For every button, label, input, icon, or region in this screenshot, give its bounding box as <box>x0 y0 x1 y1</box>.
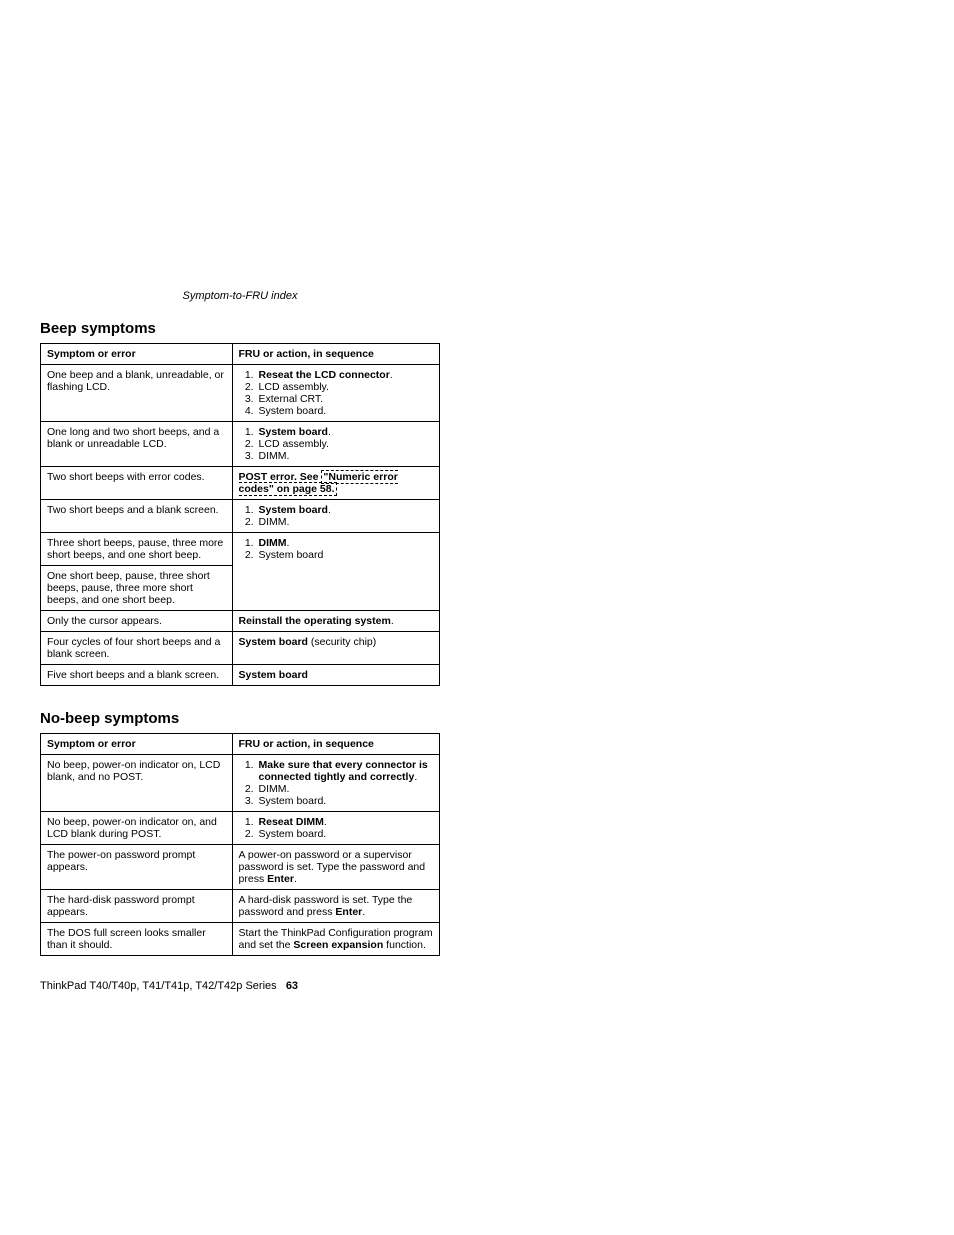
table-row: One beep and a blank, unreadable, or fla… <box>41 365 440 422</box>
nobeep-symptoms-table: Symptom or error FRU or action, in seque… <box>40 733 440 956</box>
page-footer: ThinkPad T40/T40p, T41/T41p, T42/T42p Se… <box>40 980 440 992</box>
fru-cell: System board <box>232 665 439 686</box>
th-fru: FRU or action, in sequence <box>232 344 439 365</box>
table-row: Five short beeps and a blank screen. Sys… <box>41 665 440 686</box>
table-row: No beep, power-on indicator on, LCD blan… <box>41 755 440 812</box>
symptom-cell: One beep and a blank, unreadable, or fla… <box>41 365 233 422</box>
fru-cell: POST error. See "Numeric error codes" on… <box>232 467 439 500</box>
fru-cell: Reseat the LCD connector. LCD assembly. … <box>232 365 439 422</box>
page-content: Symptom-to-FRU index Beep symptoms Sympt… <box>40 290 440 992</box>
symptom-cell: The hard-disk password prompt appears. <box>41 890 233 923</box>
symptom-cell: Two short beeps and a blank screen. <box>41 500 233 533</box>
list-item: Make sure that every connector is connec… <box>257 759 433 783</box>
fru-cell: A power-on password or a supervisor pass… <box>232 845 439 890</box>
section-title-nobeep: No-beep symptoms <box>40 710 440 727</box>
table-row: Four cycles of four short beeps and a bl… <box>41 632 440 665</box>
th-fru: FRU or action, in sequence <box>232 734 439 755</box>
list-item: DIMM. <box>257 450 433 462</box>
table-row: No beep, power-on indicator on, and LCD … <box>41 812 440 845</box>
table-row: Only the cursor appears. Reinstall the o… <box>41 611 440 632</box>
list-item: DIMM. <box>257 537 433 549</box>
section-title-beep: Beep symptoms <box>40 320 440 337</box>
symptom-cell: Only the cursor appears. <box>41 611 233 632</box>
symptom-cell: Two short beeps with error codes. <box>41 467 233 500</box>
fru-cell: Make sure that every connector is connec… <box>232 755 439 812</box>
fru-cell: System board (security chip) <box>232 632 439 665</box>
fru-cell: A hard-disk password is set. Type the pa… <box>232 890 439 923</box>
list-item: External CRT. <box>257 393 433 405</box>
list-item: System board. <box>257 795 433 807</box>
list-item: Reseat DIMM. <box>257 816 433 828</box>
symptom-cell: Five short beeps and a blank screen. <box>41 665 233 686</box>
symptom-cell: Three short beeps, pause, three more sho… <box>41 533 233 566</box>
fru-cell: Start the ThinkPad Configuration program… <box>232 923 439 956</box>
symptom-cell: One short beep, pause, three short beeps… <box>41 566 233 611</box>
list-item: System board. <box>257 504 433 516</box>
fru-cell: System board. DIMM. <box>232 500 439 533</box>
table-header-row: Symptom or error FRU or action, in seque… <box>41 734 440 755</box>
footer-text: ThinkPad T40/T40p, T41/T41p, T42/T42p Se… <box>40 980 277 992</box>
fru-cell: Reseat DIMM. System board. <box>232 812 439 845</box>
list-item: System board. <box>257 405 433 417</box>
table-row: The power-on password prompt appears. A … <box>41 845 440 890</box>
table-row: The hard-disk password prompt appears. A… <box>41 890 440 923</box>
list-item: System board <box>257 549 433 561</box>
fru-cell: DIMM. System board <box>232 533 439 611</box>
table-row: Two short beeps with error codes. POST e… <box>41 467 440 500</box>
list-item: LCD assembly. <box>257 381 433 393</box>
th-symptom: Symptom or error <box>41 734 233 755</box>
symptom-cell: Four cycles of four short beeps and a bl… <box>41 632 233 665</box>
list-item: System board. <box>257 828 433 840</box>
list-item: DIMM. <box>257 516 433 528</box>
list-item: Reseat the LCD connector. <box>257 369 433 381</box>
fru-cell: System board. LCD assembly. DIMM. <box>232 422 439 467</box>
list-item: DIMM. <box>257 783 433 795</box>
symptom-cell: No beep, power-on indicator on, and LCD … <box>41 812 233 845</box>
fru-cell: Reinstall the operating system. <box>232 611 439 632</box>
list-item: LCD assembly. <box>257 438 433 450</box>
symptom-cell: The DOS full screen looks smaller than i… <box>41 923 233 956</box>
symptom-cell: The power-on password prompt appears. <box>41 845 233 890</box>
beep-symptoms-table: Symptom or error FRU or action, in seque… <box>40 343 440 686</box>
list-item: System board. <box>257 426 433 438</box>
table-row: One long and two short beeps, and a blan… <box>41 422 440 467</box>
table-row: Two short beeps and a blank screen. Syst… <box>41 500 440 533</box>
table-row: The DOS full screen looks smaller than i… <box>41 923 440 956</box>
running-head: Symptom-to-FRU index <box>40 290 440 302</box>
table-header-row: Symptom or error FRU or action, in seque… <box>41 344 440 365</box>
page-number: 63 <box>286 980 298 992</box>
symptom-cell: No beep, power-on indicator on, LCD blan… <box>41 755 233 812</box>
th-symptom: Symptom or error <box>41 344 233 365</box>
table-row: Three short beeps, pause, three more sho… <box>41 533 440 566</box>
symptom-cell: One long and two short beeps, and a blan… <box>41 422 233 467</box>
